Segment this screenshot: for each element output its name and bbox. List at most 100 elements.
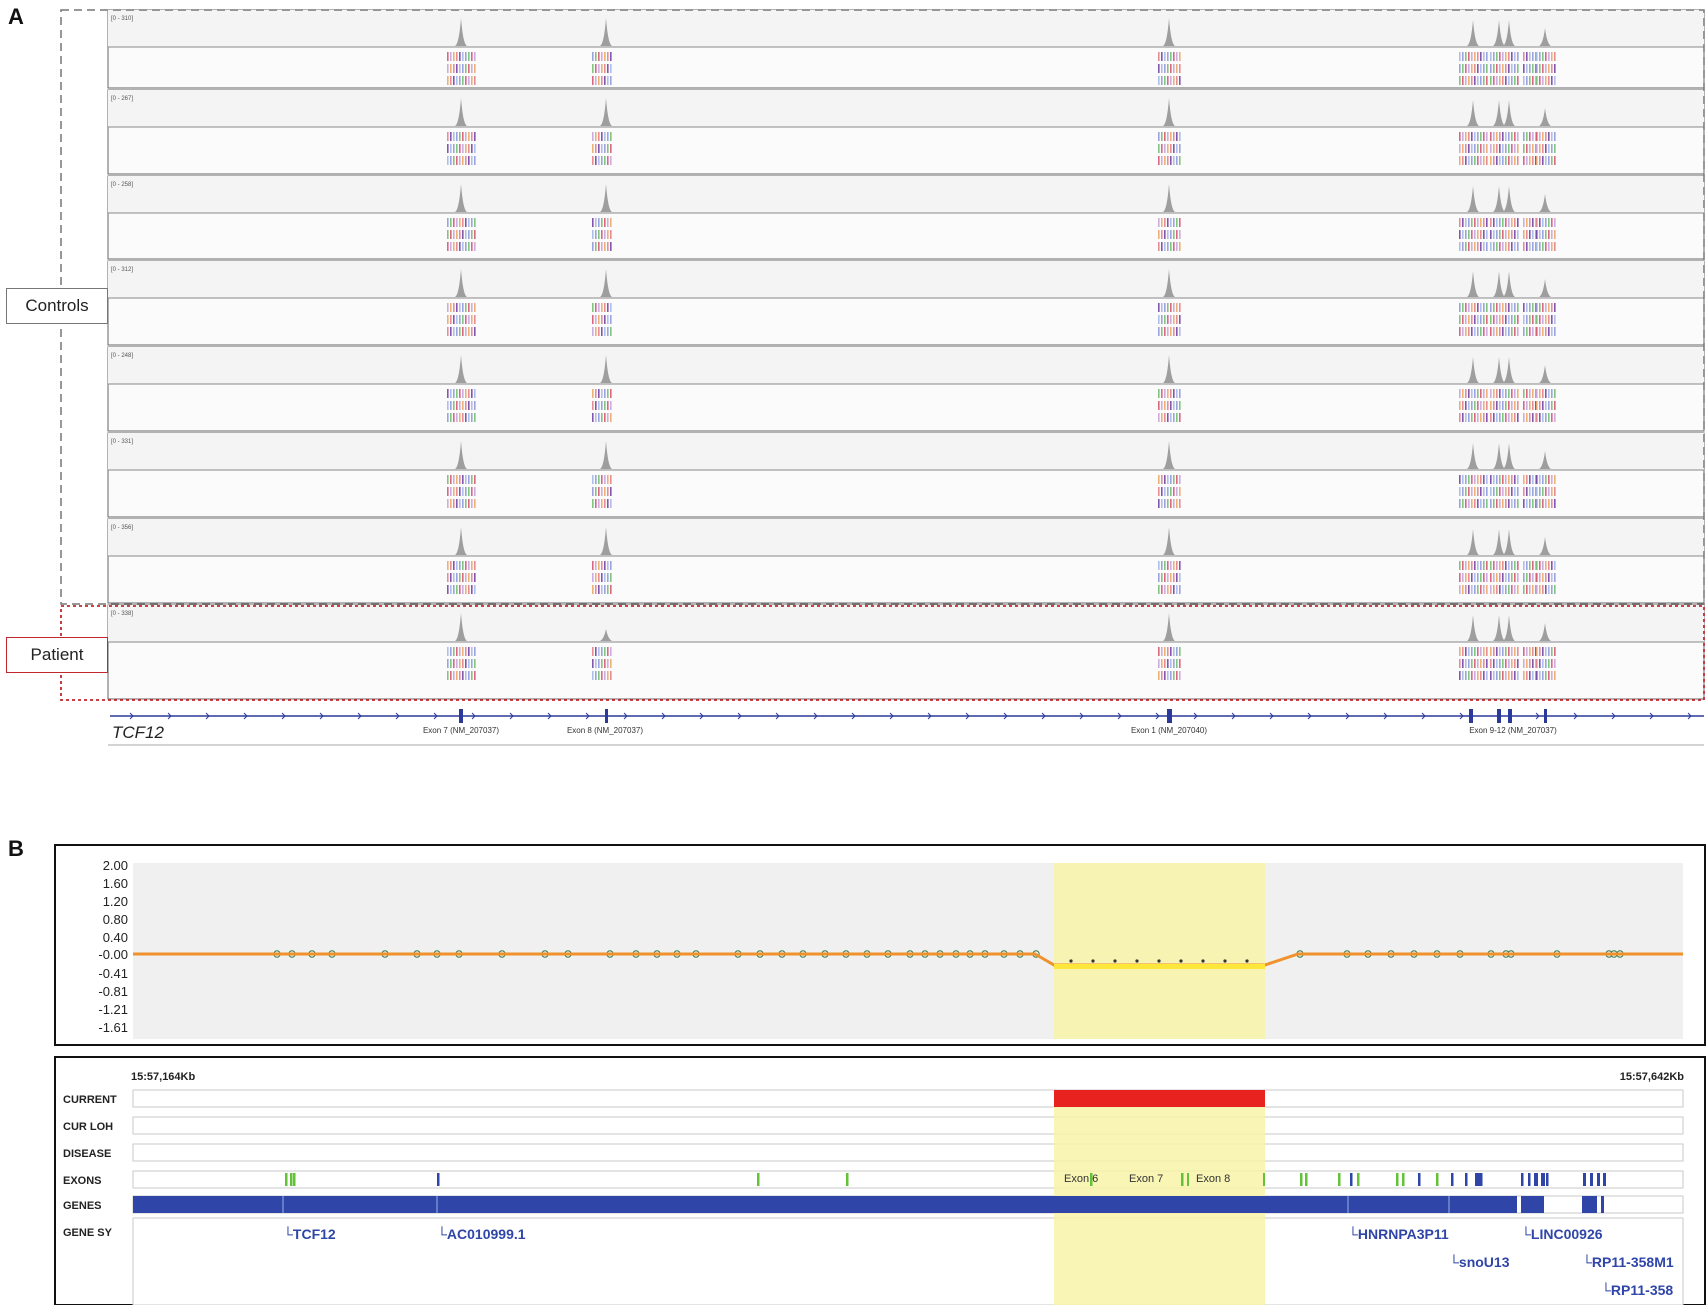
probe-point-deleted — [1157, 959, 1161, 963]
gene-bar-rp11-b — [1601, 1196, 1604, 1213]
gene-symbol-linc00926: └LINC00926 — [1521, 1226, 1603, 1242]
gene-symbol-rp11-358m1: └RP11-358M1 — [1582, 1254, 1674, 1270]
probe-point-deleted — [1245, 959, 1249, 963]
exon-mark — [1534, 1173, 1538, 1186]
track-row-label: CUR LOH — [63, 1121, 113, 1133]
y-tick-label: 1.20 — [103, 894, 128, 909]
y-tick-label: 0.40 — [103, 930, 128, 945]
track-row — [132, 1089, 1684, 1108]
exon-mark — [1541, 1173, 1545, 1186]
probe-point-deleted — [1113, 959, 1117, 963]
deletion-highlight-top — [1054, 863, 1265, 1039]
exon-7-label: Exon 7 (NM_207037) — [423, 726, 499, 735]
gene-bar-main — [133, 1196, 1517, 1213]
track-range-label: [0 - 338] — [111, 611, 133, 617]
exon-block-11 — [1508, 709, 1512, 723]
sample-track: [0 - 248] — [107, 346, 1705, 432]
exon-mark — [757, 1173, 760, 1186]
exon-mark — [1597, 1173, 1600, 1186]
track-range-label: [0 - 356] — [111, 525, 133, 531]
exon-8-label-b: Exon 8 — [1196, 1173, 1230, 1185]
track-range-label: [0 - 248] — [111, 353, 133, 359]
exon-block-8 — [605, 709, 608, 723]
exon-mark — [1402, 1173, 1405, 1186]
sample-track: [0 - 312] — [107, 260, 1705, 346]
exon-mark — [1603, 1173, 1606, 1186]
y-tick-label: 1.60 — [103, 876, 128, 891]
track-row-label: EXONS — [63, 1175, 102, 1187]
gene-symbol-snou13: └snoU13 — [1449, 1254, 1510, 1270]
exon-9-12-label: Exon 9-12 (NM_207037) — [1469, 726, 1557, 735]
exon-block-7 — [459, 709, 463, 723]
track-row-label: GENE SY — [63, 1227, 113, 1239]
track-row-label: DISEASE — [63, 1148, 111, 1160]
gene-symbol-tcf12: └TCF12 — [283, 1226, 336, 1242]
gene-name-label: TCF12 — [112, 723, 165, 742]
track-row-label: CURRENT — [63, 1094, 117, 1106]
exon-mark — [1528, 1173, 1531, 1186]
probe-point-deleted — [1069, 959, 1073, 963]
gene-symbol-ac010999: └AC010999.1 — [437, 1226, 526, 1242]
track-range-label: [0 - 312] — [111, 267, 133, 273]
gene-symbol-hnrnpa3p11: └HNRNPA3P11 — [1348, 1226, 1449, 1242]
y-tick-label: -0.41 — [98, 966, 128, 981]
exon-mark — [437, 1173, 440, 1186]
exon-mark — [1521, 1173, 1524, 1186]
exon-block-9 — [1469, 709, 1473, 723]
probe-point-deleted — [1091, 959, 1095, 963]
exon-block-10 — [1497, 709, 1501, 723]
patient-group-label: Patient — [6, 637, 108, 673]
sample-track: [0 - 331] — [107, 432, 1705, 518]
exon-block-12 — [1544, 709, 1547, 723]
coord-end: 15:57,642Kb — [1620, 1071, 1684, 1083]
exon-mark — [290, 1173, 293, 1186]
y-tick-label: -1.21 — [98, 1002, 128, 1017]
y-tick-label: 0.80 — [103, 912, 128, 927]
probe-point-deleted — [1135, 959, 1139, 963]
track-range-label: [0 - 258] — [111, 182, 133, 188]
probe-point-deleted — [1201, 959, 1205, 963]
exon-mark — [1187, 1173, 1189, 1186]
controls-group-label: Controls — [6, 288, 108, 324]
exon-mark — [1583, 1173, 1586, 1186]
sample-track: [0 - 338] — [107, 604, 1705, 700]
track-range-label: [0 - 267] — [111, 96, 133, 102]
exon-mark — [1590, 1173, 1593, 1186]
y-tick-label: -0.00 — [98, 947, 128, 962]
cnv-plot-panel: 2.00 1.60 1.20 0.80 0.40 -0.00 -0.41 -0.81 -1.21… — [54, 844, 1706, 1305]
exon-mark — [1465, 1173, 1468, 1186]
exon-mark — [1338, 1173, 1341, 1186]
y-tick-label: 2.00 — [103, 858, 128, 873]
probe-point-deleted — [1179, 959, 1183, 963]
exon-mark — [1396, 1173, 1399, 1186]
deletion-segment — [1054, 964, 1265, 969]
coord-start: 15:57,164Kb — [131, 1071, 195, 1083]
exon-mark — [1418, 1173, 1421, 1186]
probe-point-deleted — [1223, 959, 1227, 963]
exon-mark — [1436, 1173, 1439, 1186]
exon-8-label: Exon 8 (NM_207037) — [567, 726, 643, 735]
gene-bar-rp11 — [1582, 1196, 1597, 1213]
igv-browser-panel: [0 - 310] [0 - 267] [0 - 258] [0 - 312] [0 -… — [60, 9, 1705, 748]
exon-block-1 — [1167, 709, 1172, 723]
sample-track: [0 - 356] — [107, 518, 1705, 604]
exon-1-label: Exon 1 (NM_207040) — [1131, 726, 1207, 735]
exon-mark — [1305, 1173, 1308, 1186]
exon-mark — [1357, 1173, 1360, 1186]
track-row — [132, 1170, 1684, 1189]
exon-6-label: Exon 6 — [1064, 1173, 1098, 1185]
track-range-label: [0 - 310] — [111, 16, 133, 22]
exon-mark — [285, 1173, 288, 1186]
y-tick-label: -0.81 — [98, 984, 128, 999]
exon-7-label-b: Exon 7 — [1129, 1173, 1163, 1185]
sample-track: [0 - 267] — [107, 89, 1705, 175]
sample-track: [0 - 310] — [107, 9, 1705, 89]
exon-mark — [1475, 1173, 1481, 1186]
exon-mark — [1263, 1173, 1265, 1186]
track-row — [132, 1143, 1684, 1162]
track-row — [132, 1116, 1684, 1135]
gene-bar-linc — [1521, 1196, 1544, 1213]
exon-mark — [1451, 1173, 1454, 1186]
sample-track: [0 - 258] — [107, 175, 1705, 260]
current-deletion-bar — [1054, 1090, 1265, 1107]
